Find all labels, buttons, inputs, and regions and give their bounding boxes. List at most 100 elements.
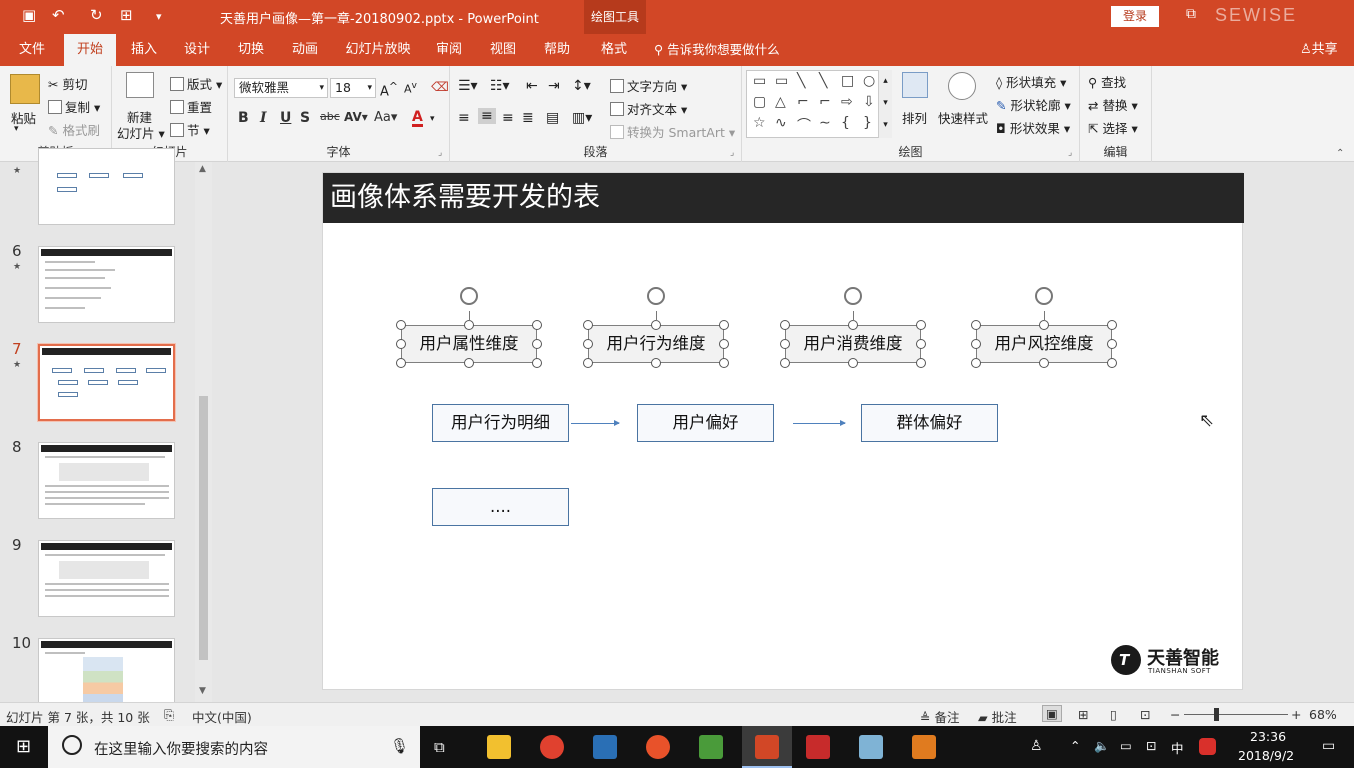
- paragraph-dialog-launcher-icon[interactable]: ⌟: [730, 148, 734, 158]
- resize-handle[interactable]: [916, 339, 926, 349]
- volume-icon[interactable]: 🔈: [1094, 738, 1110, 754]
- resize-handle[interactable]: [916, 320, 926, 330]
- zoom-level[interactable]: 68%: [1309, 707, 1337, 722]
- resize-handle[interactable]: [780, 339, 790, 349]
- find-button[interactable]: ⚲ 查找: [1088, 72, 1126, 91]
- resize-handle[interactable]: [780, 320, 790, 330]
- slide-canvas[interactable]: 画像体系需要开发的表 用户行为明细 用户偏好 群体偏好 .... T 天善智能 …: [322, 172, 1244, 690]
- elbow-shape-icon[interactable]: ⌐: [797, 94, 809, 110]
- distributed-icon[interactable]: ▤: [546, 110, 559, 126]
- rotate-handle-icon[interactable]: [844, 287, 862, 305]
- resize-handle[interactable]: [719, 358, 729, 368]
- slide-thumbnail[interactable]: [38, 540, 175, 617]
- grow-font-icon[interactable]: A^: [380, 80, 398, 99]
- slide-thumbnail[interactable]: [38, 246, 175, 323]
- rect-shape-icon[interactable]: □: [841, 73, 854, 89]
- file-explorer-icon[interactable]: [487, 735, 511, 759]
- spellcheck-icon[interactable]: ⎘: [164, 707, 174, 723]
- tab-file[interactable]: 文件: [8, 34, 56, 66]
- notes-button[interactable]: ≜ 备注: [920, 707, 959, 726]
- change-case-icon[interactable]: Aa▾: [374, 110, 397, 125]
- taskbar-search-box[interactable]: 在这里输入你要搜索的内容 🎙: [48, 726, 420, 768]
- zoom-slider[interactable]: [1184, 714, 1288, 715]
- tab-design[interactable]: 设计: [174, 34, 220, 66]
- tab-transitions[interactable]: 切换: [228, 34, 274, 66]
- flow-box-user-preference[interactable]: 用户偏好: [637, 404, 774, 442]
- customize-qat-icon[interactable]: ▾: [156, 10, 162, 23]
- tray-expand-icon[interactable]: ⌃: [1070, 738, 1080, 753]
- tab-insert[interactable]: 插入: [120, 34, 168, 66]
- strikethrough-icon[interactable]: abc: [320, 110, 340, 123]
- app-icon[interactable]: [593, 735, 617, 759]
- ellipsis-box[interactable]: ....: [432, 488, 569, 526]
- italic-icon[interactable]: I: [260, 110, 267, 126]
- resize-handle[interactable]: [1039, 320, 1049, 330]
- resize-handle[interactable]: [1107, 358, 1117, 368]
- flow-arrow[interactable]: [571, 420, 620, 426]
- copy-button[interactable]: 复制 ▾: [48, 97, 100, 116]
- task-view-icon[interactable]: ⧉: [434, 738, 445, 756]
- left-brace-shape-icon[interactable]: {: [841, 115, 850, 131]
- tab-format[interactable]: 格式: [588, 34, 640, 66]
- resize-handle[interactable]: [532, 358, 542, 368]
- notepad-icon[interactable]: [859, 735, 883, 759]
- resize-handle[interactable]: [583, 358, 593, 368]
- resize-handle[interactable]: [719, 339, 729, 349]
- columns-icon[interactable]: ▥▾: [572, 110, 592, 126]
- reset-button[interactable]: 重置: [170, 97, 212, 116]
- new-slide-dropdown[interactable]: 幻灯片 ▾: [117, 123, 165, 142]
- collapse-ribbon-icon[interactable]: ⌃: [1336, 148, 1344, 159]
- underline-icon[interactable]: U: [280, 110, 291, 126]
- arc-shape-icon[interactable]: ⌒: [797, 115, 811, 135]
- tab-help[interactable]: 帮助: [534, 34, 580, 66]
- quick-styles-button[interactable]: 快速样式: [938, 108, 988, 127]
- microphone-icon[interactable]: 🎙: [390, 737, 409, 755]
- resize-handle[interactable]: [1039, 358, 1049, 368]
- section-button[interactable]: 节 ▾: [170, 120, 210, 139]
- notifications-icon[interactable]: ▭: [1322, 738, 1335, 754]
- drawing-dialog-launcher-icon[interactable]: ⌟: [1068, 148, 1072, 158]
- slide-thumbnail[interactable]: [38, 148, 175, 225]
- scroll-down-icon[interactable]: ▼: [199, 686, 206, 696]
- battery-icon[interactable]: ▭: [1120, 738, 1132, 753]
- format-painter-button[interactable]: ✎ 格式刷: [48, 120, 100, 139]
- tab-slideshow[interactable]: 幻灯片放映: [338, 34, 418, 66]
- cut-button[interactable]: ✂ 剪切: [48, 74, 87, 93]
- align-left-icon[interactable]: ≡: [458, 110, 470, 126]
- tab-review[interactable]: 审阅: [426, 34, 472, 66]
- oval-shape-icon[interactable]: ○: [863, 73, 875, 89]
- freeform-shape-icon[interactable]: ∿: [775, 115, 787, 131]
- resize-handle[interactable]: [971, 358, 981, 368]
- arrow-line-shape-icon[interactable]: ╲: [819, 73, 827, 89]
- shape-effects-button[interactable]: ◘ 形状效果 ▾: [996, 118, 1070, 137]
- resize-handle[interactable]: [848, 358, 858, 368]
- shadow-icon[interactable]: S: [300, 110, 310, 126]
- clock-time[interactable]: 23:36: [1250, 729, 1286, 744]
- ime-indicator[interactable]: 中: [1171, 738, 1184, 757]
- tab-view[interactable]: 视图: [480, 34, 526, 66]
- flow-box-group-preference[interactable]: 群体偏好: [861, 404, 998, 442]
- clock-date[interactable]: 2018/9/2: [1238, 748, 1294, 763]
- vtextbox-shape-icon[interactable]: ▭: [775, 73, 788, 89]
- editor-icon[interactable]: [699, 735, 723, 759]
- tell-me-box[interactable]: ⚲ 告诉我你想要做什么: [654, 34, 780, 66]
- textbox-shape-icon[interactable]: ▭: [753, 73, 766, 89]
- line-spacing-icon[interactable]: ↕▾: [572, 78, 591, 94]
- increase-indent-icon[interactable]: ⇥: [548, 78, 560, 94]
- redo-icon[interactable]: ↻: [90, 6, 103, 24]
- convert-smartart-button[interactable]: 转换为 SmartArt ▾: [610, 122, 735, 141]
- right-brace-shape-icon[interactable]: }: [863, 115, 872, 131]
- flow-arrow[interactable]: [793, 420, 846, 426]
- resize-handle[interactable]: [848, 320, 858, 330]
- justify-icon[interactable]: ≣: [522, 110, 534, 126]
- resize-handle[interactable]: [396, 339, 406, 349]
- rotate-handle-icon[interactable]: [647, 287, 665, 305]
- resize-handle[interactable]: [651, 358, 661, 368]
- shapes-gallery[interactable]: ▭ ▭ ╲ ╲ □ ○ ▢ △ ⌐ ⌐ ⇨ ⇩ ☆ ∿ ⌒ ∼ { }: [746, 70, 892, 138]
- browser-icon[interactable]: [646, 735, 670, 759]
- char-spacing-icon[interactable]: AV▾: [344, 110, 368, 124]
- save-icon[interactable]: ▣: [22, 6, 36, 24]
- resize-handle[interactable]: [916, 358, 926, 368]
- rounded-rect-shape-icon[interactable]: ▢: [753, 94, 766, 110]
- normal-view-icon[interactable]: ▣: [1042, 705, 1062, 722]
